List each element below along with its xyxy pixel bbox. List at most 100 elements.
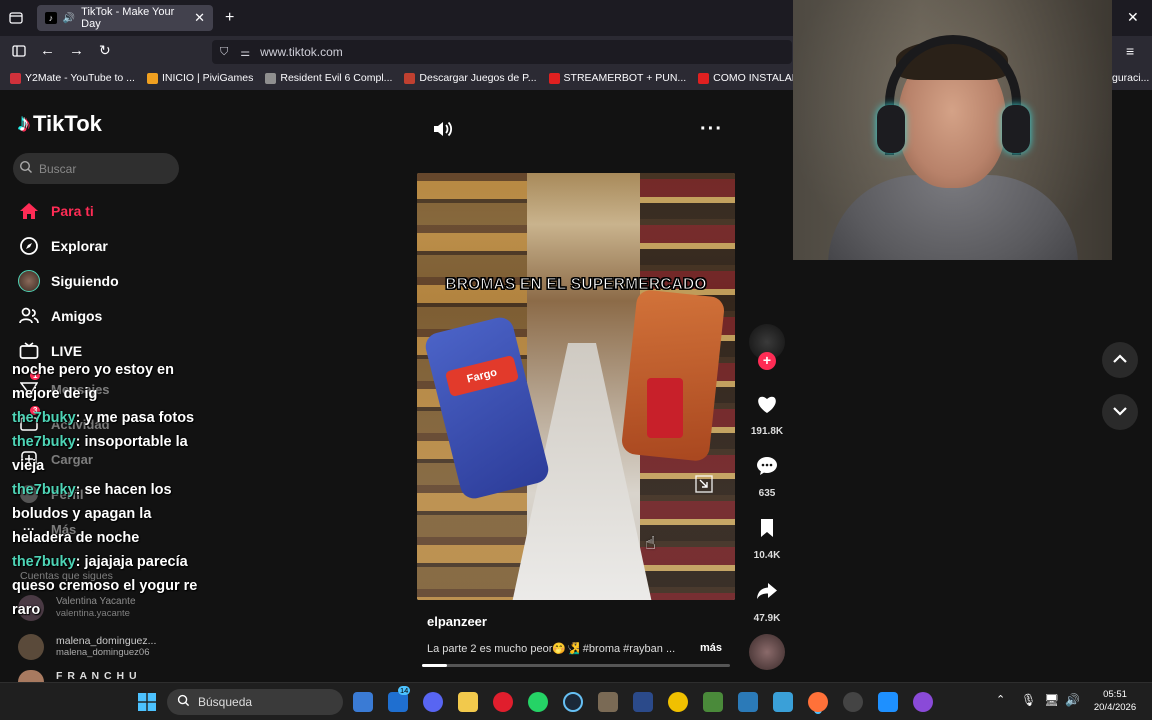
- previous-video-button[interactable]: [1102, 342, 1138, 378]
- stream-chat-overlay: noche pero yo estoy en mejore de ig the7b…: [12, 358, 212, 622]
- app-icon[interactable]: [913, 692, 933, 712]
- nav-label: Para ti: [51, 203, 94, 219]
- bookmark-item[interactable]: Descargar Juegos de P...: [404, 72, 537, 84]
- account-name: F R A N C H U: [56, 670, 138, 682]
- clock[interactable]: 05:51 20/4/2026: [1092, 688, 1138, 714]
- forward-icon[interactable]: →: [69, 42, 84, 59]
- chat-username: the7buky: [12, 434, 76, 450]
- chevron-up-icon: [1113, 351, 1127, 369]
- next-video-button[interactable]: [1102, 394, 1138, 430]
- following-account[interactable]: F R A N C H U: [18, 670, 138, 682]
- like-button[interactable]: 191.8K: [749, 386, 785, 437]
- nav-label: Explorar: [51, 238, 108, 254]
- nav-para-ti[interactable]: Para ti: [18, 200, 94, 222]
- url-text[interactable]: www.tiktok.com: [260, 45, 343, 59]
- back-icon[interactable]: ←: [40, 42, 55, 59]
- volume-icon[interactable]: [432, 120, 454, 143]
- account-handle: malena_dominguez06: [56, 647, 150, 658]
- tray-chevron-up-icon[interactable]: ⌃: [996, 693, 1005, 706]
- volume-tray-icon[interactable]: 🔊: [1065, 693, 1080, 707]
- nav-siguiendo[interactable]: Siguiendo: [18, 270, 119, 292]
- video-progress-fill: [422, 664, 447, 667]
- nav-label: Amigos: [51, 308, 103, 324]
- bookmark-item[interactable]: Resident Evil 6 Compl...: [265, 72, 392, 84]
- share-icon: [749, 573, 785, 609]
- reload-icon[interactable]: ↻: [99, 42, 111, 59]
- app-icon[interactable]: [668, 692, 688, 712]
- chat-username: the7buky: [12, 482, 76, 498]
- url-bar[interactable]: ⛉ ⚌ www.tiktok.com: [212, 40, 792, 64]
- share-button[interactable]: 47.9K: [749, 573, 785, 624]
- app-icon[interactable]: [773, 692, 793, 712]
- network-icon[interactable]: 🖥: [1044, 693, 1059, 707]
- clock-time: 05:51: [1103, 689, 1127, 700]
- chevron-down-icon: [1113, 403, 1127, 421]
- chat-username: the7buky: [12, 554, 76, 570]
- menu-icon[interactable]: ≡: [1126, 43, 1134, 59]
- search-icon: [19, 160, 33, 177]
- mail-icon[interactable]: 14: [388, 686, 411, 712]
- chat-message: the7buky: jajajaja parecía queso cremoso…: [12, 550, 212, 622]
- music-disc[interactable]: [749, 634, 785, 674]
- file-explorer-icon[interactable]: [458, 692, 478, 712]
- tiktok-logo[interactable]: ♪ TikTok: [18, 110, 102, 138]
- close-tab-icon[interactable]: ✕: [194, 10, 205, 26]
- video-progress-bar[interactable]: [422, 664, 730, 667]
- search-icon: [177, 694, 190, 710]
- sidebar-toggle-icon[interactable]: [12, 44, 26, 63]
- follow-button[interactable]: +: [758, 352, 776, 370]
- obs-icon[interactable]: [843, 692, 863, 712]
- app-icon[interactable]: [598, 692, 618, 712]
- tab-tiktok[interactable]: ♪ 🔊 TikTok - Make Your Day ✕: [37, 5, 213, 31]
- taskbar-search[interactable]: Búsqueda: [167, 689, 343, 715]
- firefox-icon[interactable]: [808, 692, 828, 712]
- search-input[interactable]: Buscar: [13, 153, 179, 184]
- caption-more-link[interactable]: más: [700, 642, 722, 654]
- home-icon: [18, 200, 40, 222]
- chat-text: : y me pasa fotos: [75, 410, 195, 426]
- store-icon[interactable]: [353, 692, 373, 712]
- compass-icon: [18, 235, 40, 257]
- following-account[interactable]: malena_dominguez... malena_dominguez06: [18, 634, 156, 660]
- discord-icon[interactable]: [423, 692, 443, 712]
- taskbar-search-label: Búsqueda: [198, 695, 253, 709]
- tiktok-favicon-icon: ♪: [45, 12, 57, 24]
- app-icon[interactable]: [878, 692, 898, 712]
- more-options-icon[interactable]: ···: [700, 118, 723, 141]
- bookmark-item[interactable]: STREAMERBOT + PUN...: [548, 72, 686, 84]
- mouse-cursor-icon: ☝: [645, 533, 656, 553]
- shield-icon[interactable]: ⛉: [220, 46, 228, 59]
- share-count: 47.9K: [753, 613, 781, 624]
- windows-start-icon[interactable]: [138, 693, 156, 716]
- bookmark-favicon-icon: [146, 72, 158, 84]
- video-author[interactable]: elpanzeer: [427, 614, 487, 629]
- speaker-icon[interactable]: 🔊: [63, 13, 75, 24]
- bookmark-item[interactable]: Y2Mate - YouTube to ...: [10, 72, 135, 84]
- microphone-icon[interactable]: 🎙: [1021, 693, 1036, 707]
- opera-icon[interactable]: [493, 692, 513, 712]
- new-tab-icon[interactable]: +: [225, 9, 234, 27]
- steam-icon[interactable]: [563, 692, 583, 712]
- bookmark-favicon-icon: [548, 72, 560, 84]
- app-icon[interactable]: [633, 692, 653, 712]
- friends-icon: [18, 305, 40, 327]
- following-avatar-icon: [18, 270, 40, 292]
- pip-icon[interactable]: [695, 475, 713, 498]
- bookmark-label: Descargar Juegos de P...: [419, 72, 537, 84]
- chat-username: the7buky: [12, 410, 76, 426]
- bookmark-label: Resident Evil 6 Compl...: [280, 72, 393, 84]
- bookmark-item[interactable]: INICIO | PiviGames: [146, 72, 253, 84]
- avatar: [18, 634, 44, 660]
- tab-list-icon[interactable]: [8, 10, 24, 26]
- video-player[interactable]: Fargo BROMAS EN EL SUPERMERCADO ☝: [417, 173, 735, 600]
- close-window-icon[interactable]: ✕: [1127, 9, 1139, 26]
- photos-icon[interactable]: [738, 692, 758, 712]
- permissions-icon[interactable]: ⚌: [240, 46, 250, 59]
- comment-button[interactable]: 635: [749, 448, 785, 499]
- save-button[interactable]: 10.4K: [749, 510, 785, 561]
- nav-amigos[interactable]: Amigos: [18, 305, 102, 327]
- whatsapp-icon[interactable]: [528, 692, 548, 712]
- nav-explorar[interactable]: Explorar: [18, 235, 108, 257]
- minecraft-icon[interactable]: [703, 692, 723, 712]
- bookmark-overflow[interactable]: guraci...: [1112, 72, 1149, 84]
